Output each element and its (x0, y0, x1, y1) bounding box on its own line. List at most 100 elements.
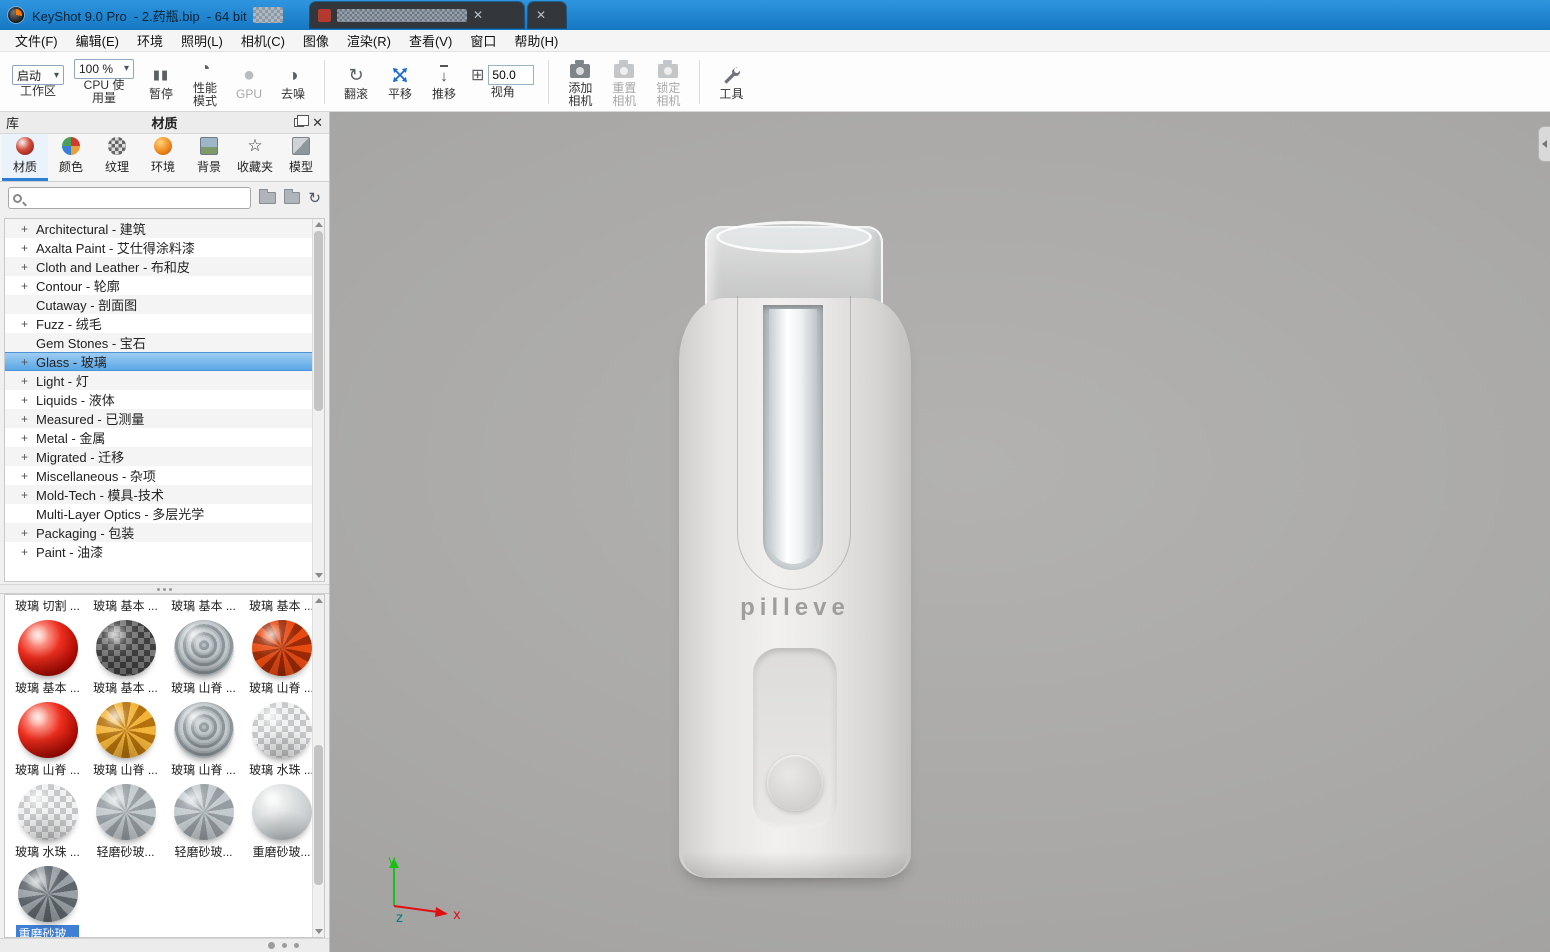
tools-button[interactable]: 工具 (714, 62, 748, 101)
expand-icon[interactable]: + (21, 526, 36, 540)
menu-image[interactable]: 图像 (294, 29, 338, 52)
scrollbar-thumb[interactable] (314, 745, 323, 885)
tree-item-paint[interactable]: + Paint - 油漆 (5, 542, 312, 561)
material-thumbnail[interactable]: 轻磨砂玻... (87, 778, 164, 860)
menu-render[interactable]: 渲染(R) (338, 29, 400, 52)
expand-icon[interactable]: + (21, 355, 36, 369)
menu-edit[interactable]: 编辑(E) (67, 29, 128, 52)
tab-models[interactable]: 模型 (278, 134, 324, 181)
material-thumbnail[interactable]: 轻磨砂玻... (165, 778, 242, 860)
tab-close-icon[interactable]: ✕ (536, 9, 546, 21)
expand-icon[interactable]: + (21, 450, 36, 464)
tree-item-cloth-leather[interactable]: + Cloth and Leather - 布和皮 (5, 257, 312, 276)
tab-textures[interactable]: 纹理 (94, 134, 140, 181)
tree-item-miscellaneous[interactable]: + Miscellaneous - 杂项 (5, 466, 312, 485)
scroll-down-icon[interactable] (315, 573, 323, 578)
tree-item-mold-tech[interactable]: + Mold-Tech - 模具-技术 (5, 485, 312, 504)
tree-item-light[interactable]: + Light - 灯 (5, 371, 312, 390)
add-camera-button[interactable]: 添加相机 (563, 56, 597, 108)
pause-button[interactable]: ▮▮ 暂停 (144, 62, 178, 101)
performance-mode-button[interactable]: ◔ 性能模式 (188, 56, 222, 108)
expand-icon[interactable]: + (21, 431, 36, 445)
tree-item-packaging[interactable]: + Packaging - 包装 (5, 523, 312, 542)
material-thumbnail[interactable]: 玻璃 山脊 ... (243, 614, 320, 696)
tree-item-multi-layer-optics[interactable]: Multi-Layer Optics - 多层光学 (5, 504, 312, 523)
material-thumbnail[interactable]: 玻璃 山脊 ... (165, 614, 242, 696)
expand-icon[interactable]: + (21, 260, 36, 274)
tumble-button[interactable]: ↻ 翻滚 (339, 62, 373, 101)
material-thumbnail[interactable]: 玻璃 基本 ... (87, 614, 164, 696)
undock-panel-icon[interactable] (294, 118, 304, 127)
dolly-button[interactable]: ↓ 推移 (427, 62, 461, 101)
tree-item-measured[interactable]: + Measured - 已测量 (5, 409, 312, 428)
scroll-up-icon[interactable] (315, 598, 323, 603)
thumbnail-size-medium-icon[interactable] (282, 943, 287, 948)
expand-icon[interactable]: + (21, 545, 36, 559)
gpu-button[interactable]: ● GPU (232, 62, 266, 101)
scroll-up-icon[interactable] (315, 222, 323, 227)
thumbnail-label[interactable]: 玻璃 切割 ... (9, 597, 86, 614)
menu-view[interactable]: 查看(V) (400, 29, 461, 52)
tree-item-contour[interactable]: + Contour - 轮廓 (5, 276, 312, 295)
menu-lighting[interactable]: 照明(L) (172, 29, 232, 52)
expand-icon[interactable]: + (21, 393, 36, 407)
tree-item-liquids[interactable]: + Liquids - 液体 (5, 390, 312, 409)
thumbnail-size-small-icon[interactable] (294, 943, 299, 948)
cpu-usage-dropdown[interactable]: 100 % ▾ (74, 59, 134, 79)
expand-icon[interactable]: + (21, 469, 36, 483)
thumbnails-scrollbar[interactable] (312, 595, 324, 937)
expand-icon[interactable]: + (21, 374, 36, 388)
thumbnail-label[interactable]: 玻璃 基本 ... (87, 597, 164, 614)
side-panel-handle[interactable] (1538, 126, 1550, 162)
tree-item-gem-stones[interactable]: Gem Stones - 宝石 (5, 333, 312, 352)
expand-icon[interactable]: + (21, 412, 36, 426)
panel-splitter[interactable] (0, 584, 329, 594)
material-thumbnail[interactable]: 玻璃 基本 ... (9, 614, 86, 696)
tree-item-fuzz[interactable]: + Fuzz - 绒毛 (5, 314, 312, 333)
menu-help[interactable]: 帮助(H) (505, 29, 567, 52)
refresh-icon[interactable]: ↻ (308, 189, 321, 207)
expand-icon[interactable]: + (21, 241, 36, 255)
tree-item-cutaway[interactable]: Cutaway - 剖面图 (5, 295, 312, 314)
material-thumbnail[interactable]: 玻璃 山脊 ... (9, 696, 86, 778)
fov-input[interactable] (488, 65, 534, 85)
menu-environment[interactable]: 环境 (128, 29, 172, 52)
material-thumbnail[interactable]: 玻璃 山脊 ... (87, 696, 164, 778)
tree-scrollbar[interactable] (312, 219, 324, 581)
expand-icon[interactable]: + (21, 317, 36, 331)
material-thumbnail-selected[interactable]: 重磨砂玻... (9, 860, 86, 938)
workspace-dropdown[interactable]: 启动 ▾ (12, 65, 64, 85)
menu-camera[interactable]: 相机(C) (232, 29, 294, 52)
tab-favorites[interactable]: ☆ 收藏夹 (232, 134, 278, 181)
import-folder-icon[interactable] (259, 192, 275, 204)
search-input[interactable] (22, 189, 246, 207)
background-tab[interactable]: ✕ (310, 2, 524, 28)
tree-item-migrated[interactable]: + Migrated - 迁移 (5, 447, 312, 466)
pan-button[interactable]: 平移 (383, 62, 417, 101)
tab-environments[interactable]: 环境 (140, 134, 186, 181)
background-tab-2[interactable]: ✕ (528, 2, 566, 28)
material-thumbnail[interactable]: 玻璃 水珠 ... (9, 778, 86, 860)
reset-camera-button[interactable]: 重置相机 (607, 56, 641, 108)
material-thumbnail[interactable]: 重磨砂玻... (243, 778, 320, 860)
scroll-down-icon[interactable] (315, 929, 323, 934)
thumbnail-label[interactable]: 玻璃 基本 ... (243, 597, 320, 614)
render-viewport[interactable]: pilleve y x z (330, 112, 1550, 952)
menu-window[interactable]: 窗口 (461, 29, 505, 52)
material-thumbnail[interactable]: 玻璃 水珠 ... (243, 696, 320, 778)
tree-item-architectural[interactable]: + Architectural - 建筑 (5, 219, 312, 238)
tree-item-axalta-paint[interactable]: + Axalta Paint - 艾仕得涂料漆 (5, 238, 312, 257)
add-folder-icon[interactable] (284, 192, 300, 204)
tab-close-icon[interactable]: ✕ (473, 9, 483, 21)
tree-item-metal[interactable]: + Metal - 金属 (5, 428, 312, 447)
denoise-button[interactable]: ◑ 去噪 (276, 62, 310, 101)
lock-camera-button[interactable]: 锁定相机 (651, 56, 685, 108)
expand-icon[interactable]: + (21, 488, 36, 502)
search-box[interactable] (8, 187, 251, 209)
menu-file[interactable]: 文件(F) (6, 29, 67, 52)
thumbnail-label[interactable]: 玻璃 基本 ... (165, 597, 242, 614)
close-panel-icon[interactable]: ✕ (312, 116, 323, 129)
tab-colors[interactable]: 颜色 (48, 134, 94, 181)
tab-backplates[interactable]: 背景 (186, 134, 232, 181)
expand-icon[interactable]: + (21, 279, 36, 293)
